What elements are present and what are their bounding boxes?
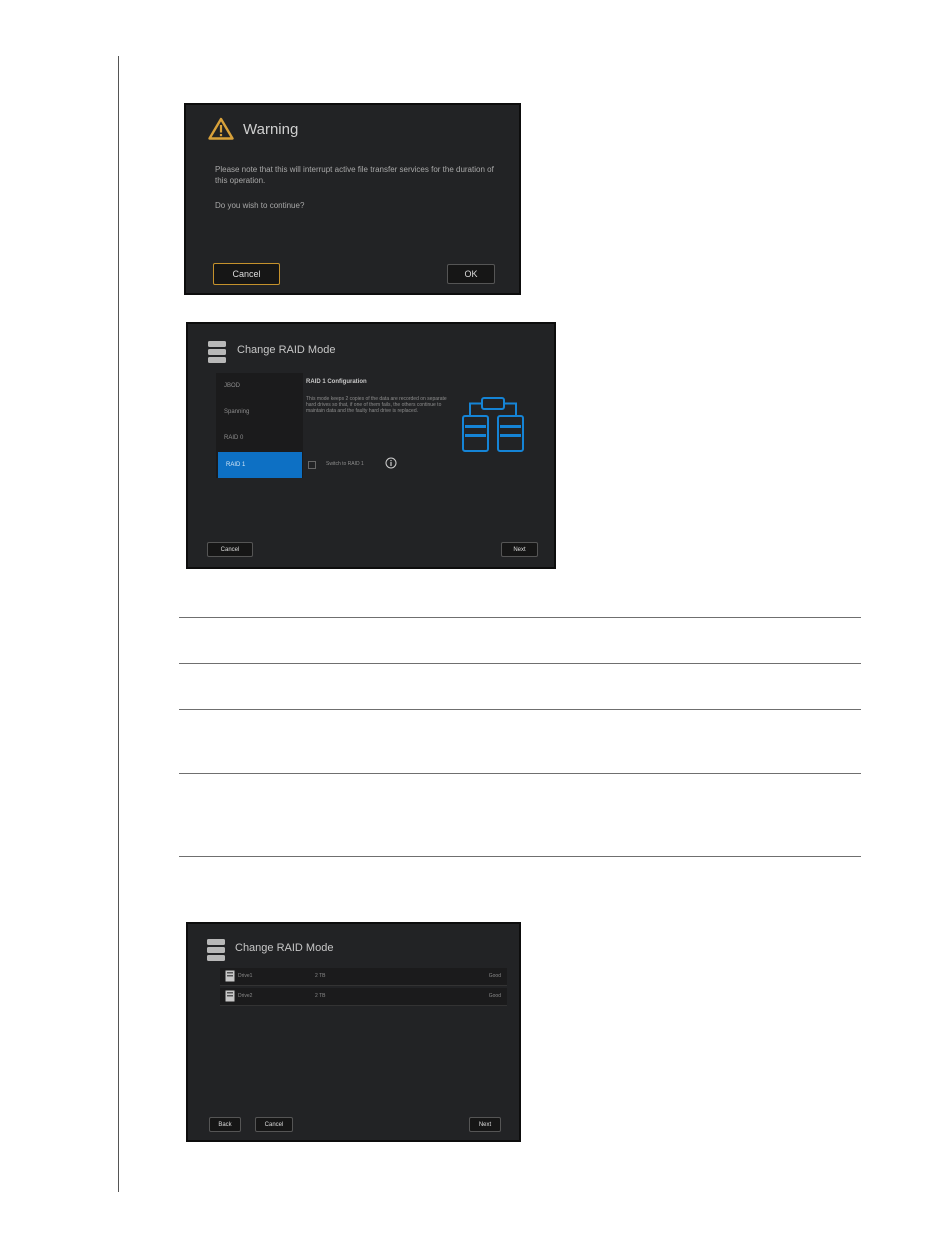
drive-row[interactable]: Drive1 2 TB Good xyxy=(220,968,507,986)
next-button[interactable]: Next xyxy=(469,1117,501,1132)
table-row-divider xyxy=(179,663,861,664)
ok-button[interactable]: OK xyxy=(447,264,495,284)
table-row-divider xyxy=(179,773,861,774)
cancel-button[interactable]: Cancel xyxy=(213,263,280,285)
table-row-divider xyxy=(179,617,861,618)
next-button[interactable]: Next xyxy=(501,542,538,557)
switch-raid-checkbox[interactable] xyxy=(308,461,316,469)
dialog-title: Change RAID Mode xyxy=(237,344,336,356)
table-row-divider xyxy=(179,709,861,710)
drive-size: 2 TB xyxy=(315,973,326,979)
raid-mode-list: JBOD Spanning RAID 0 RAID 1 xyxy=(216,373,303,478)
switch-raid-label: Switch to RAID 1 xyxy=(326,461,364,467)
info-icon[interactable] xyxy=(385,457,397,469)
configuration-title: RAID 1 Configuration xyxy=(306,379,367,385)
change-raid-mode-dialog: Change RAID Mode JBOD Spanning RAID 0 RA… xyxy=(186,322,556,569)
cancel-button[interactable]: Cancel xyxy=(207,542,253,557)
raid-mode-raid0[interactable]: RAID 0 xyxy=(216,425,303,451)
raid1-mirror-diagram xyxy=(462,397,524,452)
drive-status: Good xyxy=(488,973,501,979)
warning-question: Do you wish to continue? xyxy=(215,201,305,210)
raid-mode-jbod[interactable]: JBOD xyxy=(216,373,303,399)
table-row-divider xyxy=(179,856,861,857)
storage-stack-icon xyxy=(207,939,225,961)
back-button[interactable]: Back xyxy=(209,1117,241,1132)
warning-triangle-icon xyxy=(208,117,234,140)
drive-row[interactable]: Drive2 2 TB Good xyxy=(220,988,507,1006)
hard-drive-icon xyxy=(225,990,235,1002)
drive-name: Drive1 xyxy=(238,973,253,979)
configuration-description: This mode keeps 2 copies of the data are… xyxy=(306,396,447,414)
hard-drive-icon xyxy=(225,970,235,982)
raid-mode-raid1[interactable]: RAID 1 xyxy=(218,452,302,478)
raid-mode-spanning[interactable]: Spanning xyxy=(216,399,303,425)
dialog-title: Change RAID Mode xyxy=(235,942,334,954)
dialog-title: Warning xyxy=(243,121,299,138)
drive-name: Drive2 xyxy=(238,993,253,999)
warning-dialog: Warning Please note that this will inter… xyxy=(184,103,521,295)
drive-status: Good xyxy=(488,993,501,999)
drive-size: 2 TB xyxy=(315,993,326,999)
warning-message: Please note that this will interrupt act… xyxy=(215,165,494,185)
cancel-button[interactable]: Cancel xyxy=(255,1117,293,1132)
page-margin-rule xyxy=(118,56,119,1192)
storage-stack-icon xyxy=(208,341,226,363)
change-raid-mode-drives-dialog: Change RAID Mode Drive1 2 TB Good Drive2… xyxy=(186,922,521,1142)
